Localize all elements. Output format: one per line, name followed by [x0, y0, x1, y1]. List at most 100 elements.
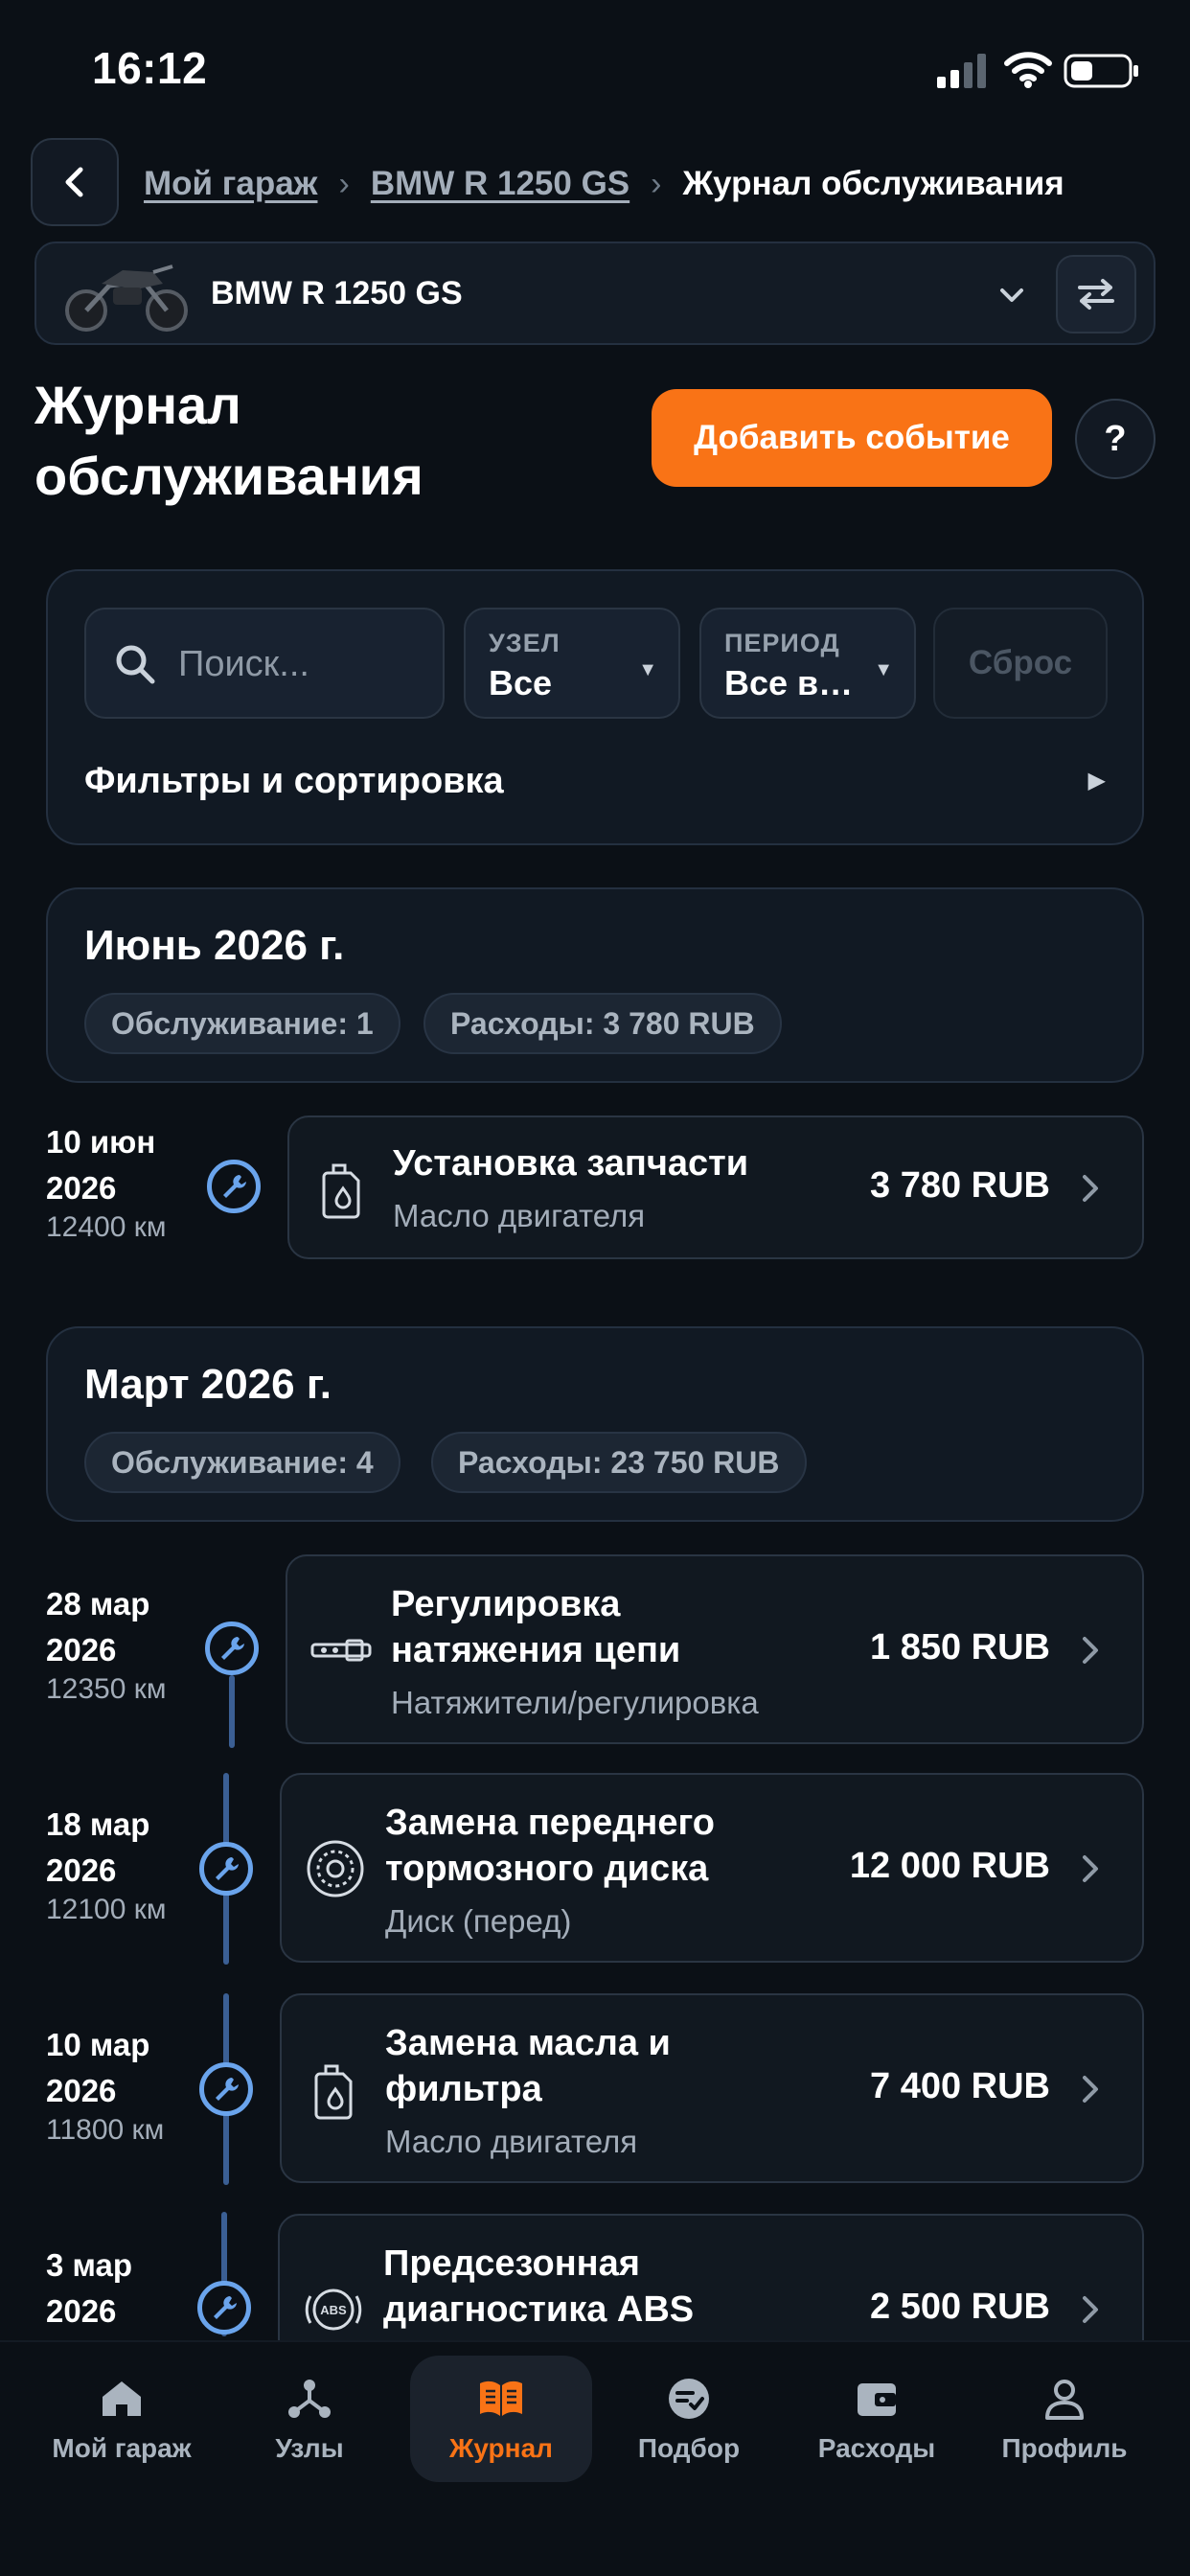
event-date: 18 мар 2026 12100 км: [46, 1802, 209, 1926]
chevron-left-icon: [65, 167, 83, 197]
wallet-icon: [858, 2383, 896, 2416]
book-icon: [480, 2380, 522, 2416]
event-mileage: 12100 км: [46, 1894, 167, 1925]
event-subtitle: Натяжители/регулировка: [391, 1685, 759, 1720]
breadcrumb-separator: ›: [651, 165, 662, 202]
event-year: 2026: [46, 2293, 117, 2329]
filters-sort-toggle[interactable]: Фильтры и сортировка ▶: [84, 753, 1110, 807]
oil-can-icon: [314, 2064, 353, 2120]
expenses-badge: Расходы: 3 780 RUB: [423, 993, 782, 1054]
wrench-icon: [221, 1637, 244, 1660]
service-count-badge: Обслуживание: 4: [84, 1432, 400, 1493]
oil-can-icon: [322, 1163, 360, 1219]
timeline-node: [197, 2281, 251, 2334]
event-title-line: Предсезонная: [383, 2243, 640, 2284]
nav-label: Узлы: [275, 2433, 344, 2463]
month-title: Июнь 2026 г.: [84, 922, 345, 969]
expenses-badge: Расходы: 23 750 RUB: [431, 1432, 807, 1493]
node-select-value: Все: [489, 663, 553, 702]
event-subtitle: Масло двигателя: [393, 1198, 646, 1233]
bottom-navigation: Мой гараж Узлы Журнал Подбор Расходы Про…: [0, 2340, 1190, 2576]
back-button[interactable]: [31, 138, 119, 226]
nav-label: Расходы: [817, 2433, 936, 2463]
nav-label: Мой гараж: [52, 2433, 192, 2463]
timeline-line: [229, 1675, 235, 1748]
event-day: 3 мар: [46, 2247, 133, 2283]
abs-icon-label: ABS: [320, 2303, 347, 2317]
event-mileage: 12400 км: [46, 1211, 167, 1243]
event-title: Замена переднего тормозного диска: [385, 1800, 715, 1892]
breadcrumb-garage[interactable]: Мой гараж: [144, 165, 317, 203]
checklist-icon: [669, 2379, 709, 2419]
user-icon: [1045, 2380, 1084, 2420]
dropdown-arrow-icon: ▼: [638, 659, 657, 680]
search-input[interactable]: Поиск...: [84, 608, 445, 719]
wrench-icon: [216, 1857, 239, 1880]
reset-button[interactable]: Сброс: [933, 608, 1108, 719]
event-day: 10 июн: [46, 1124, 156, 1160]
chevron-down-icon[interactable]: [995, 278, 1029, 312]
node-select[interactable]: УЗЕЛ Все ▼: [464, 608, 680, 719]
nav-label: Журнал: [449, 2433, 553, 2463]
search-placeholder: Поиск...: [178, 644, 309, 684]
nav-selection[interactable]: Подбор: [598, 2356, 780, 2482]
event-amount: 12 000 RUB: [849, 1846, 1050, 1886]
event-mileage: 12350 км: [46, 1673, 167, 1705]
event-title: Замена масла и фильтра: [385, 2020, 671, 2112]
service-count-badge: Обслуживание: 1: [84, 993, 400, 1054]
cellular-signal-icon: [937, 54, 986, 88]
event-date: 3 мар 2026: [46, 2242, 209, 2334]
chevron-right-icon: [1083, 2296, 1098, 2323]
event-day: 18 мар: [46, 1806, 150, 1842]
nav-expenses[interactable]: Расходы: [786, 2356, 968, 2482]
breadcrumb-current: Журнал обслуживания: [682, 165, 1064, 202]
filter-panel: Поиск... УЗЕЛ Все ▼ ПЕРИОД Все в… ▼ Сбро…: [46, 569, 1144, 845]
event-title: Регулировка натяжения цепи: [391, 1581, 680, 1673]
event-day: 28 мар: [46, 1586, 150, 1622]
breadcrumb-bike[interactable]: BMW R 1250 GS: [371, 165, 629, 203]
chevron-right-icon: [1083, 1637, 1098, 1664]
month-summary-march: Март 2026 г. Обслуживание: 4 Расходы: 23…: [46, 1326, 1144, 1522]
event-date: 10 мар 2026 11800 км: [46, 2022, 209, 2147]
event-title-line: фильтра: [385, 2069, 542, 2109]
event-amount: 1 850 RUB: [870, 1627, 1050, 1668]
event-subtitle: Диск (перед): [385, 1903, 572, 1939]
event-title: Предсезонная диагностика ABS: [383, 2241, 694, 2333]
nav-journal[interactable]: Журнал: [410, 2356, 592, 2482]
event-year: 2026: [46, 2073, 117, 2108]
bike-selector[interactable]: BMW R 1250 GS: [34, 242, 1156, 345]
add-event-button[interactable]: Добавить событие: [652, 389, 1052, 487]
period-select[interactable]: ПЕРИОД Все в… ▼: [699, 608, 916, 719]
month-title: Март 2026 г.: [84, 1361, 332, 1408]
dropdown-arrow-icon: ▼: [874, 659, 893, 680]
nav-profile[interactable]: Профиль: [973, 2356, 1156, 2482]
event-date: 10 июн 2026 12400 км: [46, 1119, 209, 1244]
timeline-node: [207, 1160, 261, 1213]
event-year: 2026: [46, 1852, 117, 1888]
event-card[interactable]: Регулировка натяжения цепи Натяжители/ре…: [286, 1554, 1144, 1744]
wrench-icon: [223, 1175, 246, 1198]
nodes-icon: [288, 2380, 331, 2418]
wifi-icon: [1004, 52, 1052, 88]
chevron-right-icon: [1083, 1175, 1098, 1202]
event-mileage: 11800 км: [46, 2114, 165, 2146]
event-card[interactable]: Установка запчасти Масло двигателя 3 780…: [287, 1116, 1144, 1259]
bike-name: BMW R 1250 GS: [211, 275, 463, 311]
swap-bike-button[interactable]: [1056, 255, 1136, 334]
help-button[interactable]: ?: [1075, 399, 1156, 479]
nav-garage[interactable]: Мой гараж: [31, 2356, 213, 2482]
timeline-node: [199, 2062, 253, 2116]
event-title-line: тормозного диска: [385, 1849, 709, 1889]
event-day: 10 мар: [46, 2027, 150, 2062]
status-time: 16:12: [92, 43, 208, 93]
event-card[interactable]: Замена переднего тормозного диска Диск (…: [280, 1773, 1144, 1963]
motorcycle-image: [65, 264, 188, 332]
home-icon: [103, 2381, 141, 2416]
abs-icon: ABS: [305, 2288, 362, 2331]
month-summary-june: Июнь 2026 г. Обслуживание: 1 Расходы: 3 …: [46, 887, 1144, 1083]
node-select-label: УЗЕЛ: [489, 629, 561, 657]
event-card[interactable]: Замена масла и фильтра Масло двигателя 7…: [280, 1993, 1144, 2183]
filters-sort-label: Фильтры и сортировка: [84, 761, 504, 801]
nav-nodes[interactable]: Узлы: [218, 2356, 400, 2482]
battery-icon: [1064, 54, 1138, 88]
